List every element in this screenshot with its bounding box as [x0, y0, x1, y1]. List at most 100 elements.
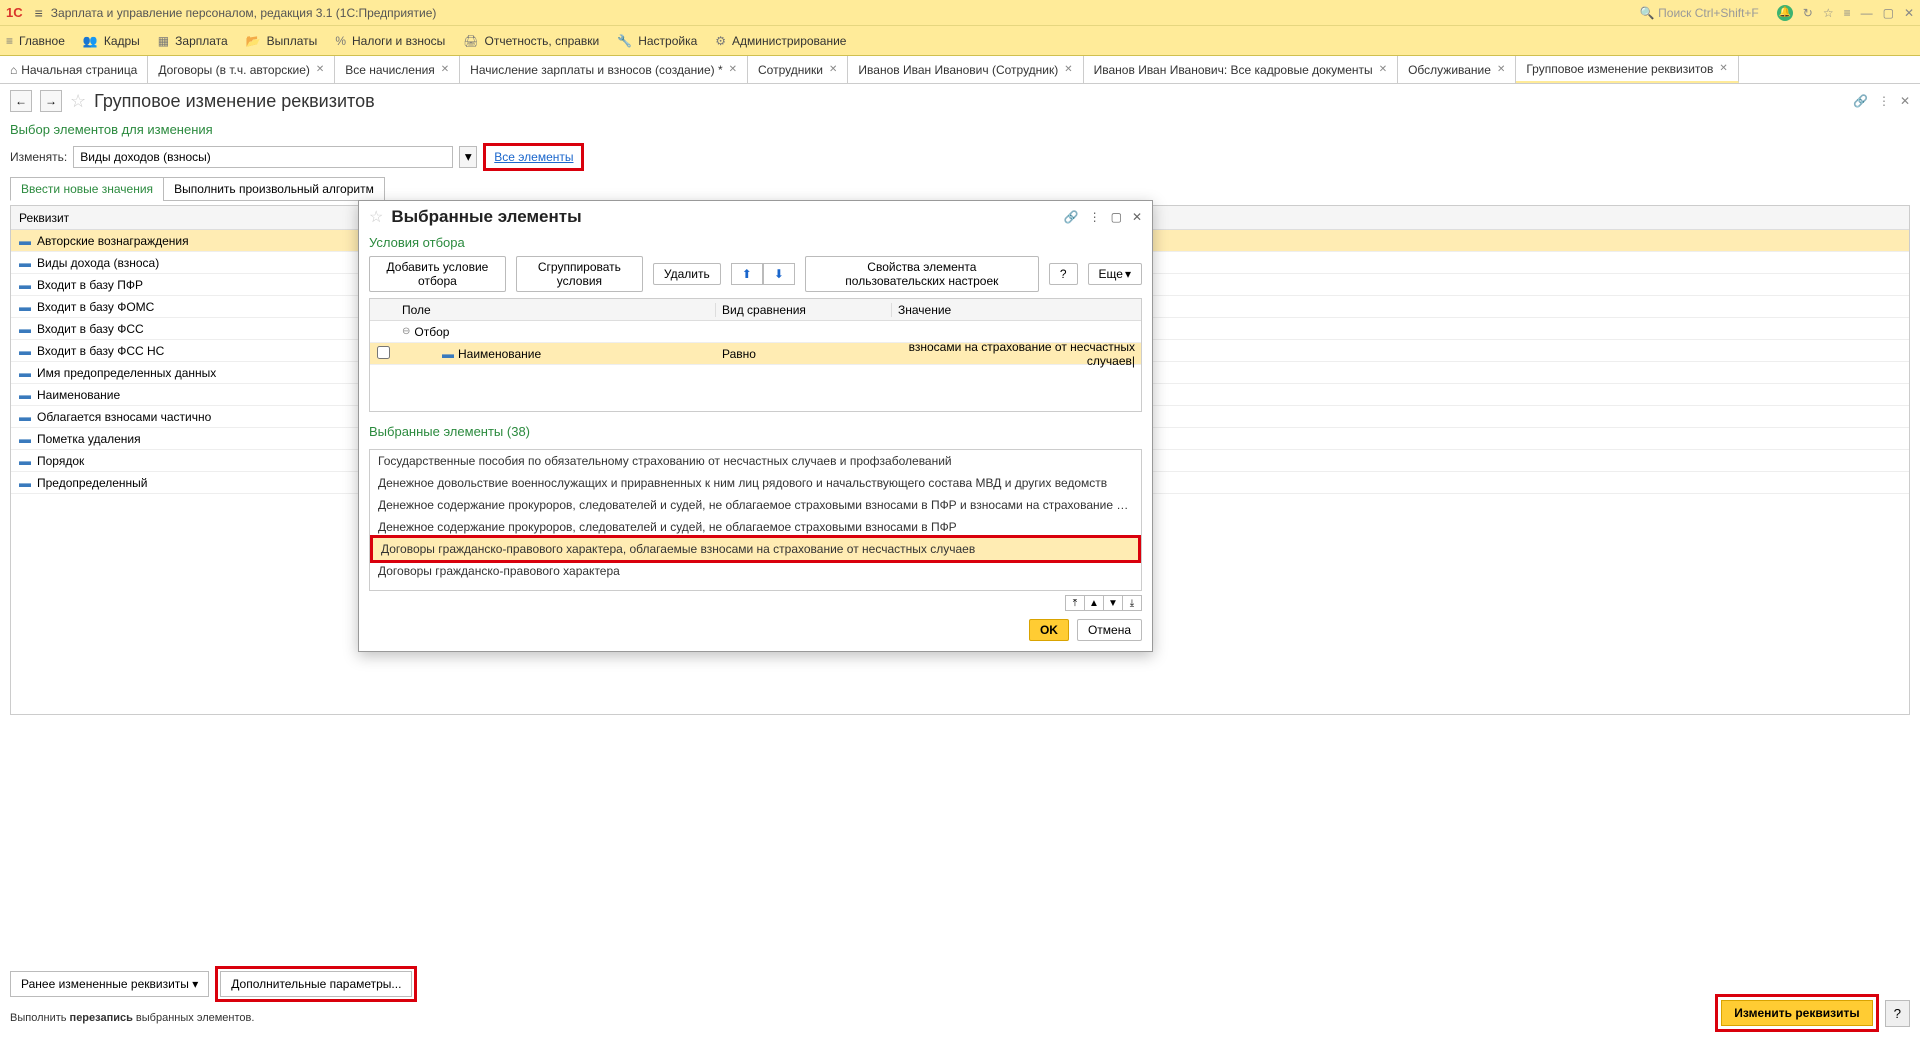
group-conditions-button[interactable]: Сгруппировать условия: [516, 256, 643, 292]
change-dropdown-button[interactable]: ▾: [459, 146, 477, 168]
menu-reports[interactable]: 🖨Отчетность, справки: [463, 34, 599, 48]
item-icon: ▬: [19, 410, 31, 424]
list-item[interactable]: Денежное довольствие военнослужащих и пр…: [370, 472, 1141, 494]
favorite-star-icon[interactable]: ☆: [70, 91, 86, 112]
nav-back-button[interactable]: ←: [10, 90, 32, 112]
help-button[interactable]: ?: [1885, 1000, 1910, 1027]
move-up-button[interactable]: ⬆: [731, 263, 763, 285]
col-compare[interactable]: Вид сравнения: [716, 303, 892, 317]
condition-checkbox[interactable]: [377, 346, 390, 359]
item-icon: ▬: [19, 454, 31, 468]
list-item[interactable]: Договоры гражданско-правового характера,…: [373, 538, 1138, 560]
delete-button[interactable]: Удалить: [653, 263, 721, 285]
dialog-title: Выбранные элементы: [391, 207, 581, 227]
close-icon[interactable]: ✕: [729, 64, 737, 75]
menubar: ≡Главное 👥Кадры ▦Зарплата 📂Выплаты %Нало…: [0, 26, 1920, 56]
dialog-footer: OK Отмена: [359, 611, 1152, 641]
menu-taxes[interactable]: %Налоги и взносы: [335, 34, 445, 48]
execute-button[interactable]: Изменить реквизиты: [1721, 1000, 1872, 1026]
element-props-button[interactable]: Свойства элемента пользовательских настр…: [805, 256, 1039, 292]
menu-payments[interactable]: 📂Выплаты: [246, 34, 318, 48]
close-icon[interactable]: ✕: [1719, 63, 1727, 74]
item-icon: ▬: [19, 366, 31, 380]
close-icon[interactable]: ✕: [829, 64, 837, 75]
close-icon[interactable]: ✕: [1132, 210, 1142, 224]
list-nav-arrows: ⤒ ▲ ▼ ⤓: [359, 591, 1152, 611]
menu-cadres[interactable]: 👥Кадры: [83, 34, 140, 48]
close-icon[interactable]: ✕: [441, 64, 449, 75]
tab-contracts[interactable]: Договоры (в т.ч. авторские)✕: [148, 56, 335, 83]
tab-employees[interactable]: Сотрудники✕: [748, 56, 848, 83]
ok-button[interactable]: OK: [1029, 619, 1069, 641]
menu-main[interactable]: ≡Главное: [6, 34, 65, 48]
additional-params-highlight: Дополнительные параметры...: [215, 966, 417, 1002]
field-icon: ▬: [442, 347, 454, 361]
bell-icon[interactable]: 🔔: [1777, 5, 1793, 21]
condition-value-input[interactable]: взносами на страхование от несчастных сл…: [909, 340, 1135, 368]
mode-tab-new-values[interactable]: Ввести новые значения: [10, 177, 164, 201]
conditions-title: Условия отбора: [359, 233, 1152, 256]
mode-tab-algorithm[interactable]: Выполнить произвольный алгоритм: [163, 177, 385, 201]
close-icon[interactable]: ✕: [316, 64, 324, 75]
filter-condition-row[interactable]: ▬ Наименование Равно взносами на страхов…: [370, 343, 1141, 365]
close-icon[interactable]: ✕: [1497, 64, 1505, 75]
tab-group-change[interactable]: Групповое изменение реквизитов✕: [1516, 56, 1738, 83]
list-item[interactable]: Денежное содержание прокуроров, следоват…: [370, 494, 1141, 516]
kebab-icon[interactable]: ⋮: [1878, 94, 1890, 108]
all-elements-link[interactable]: Все элементы: [494, 150, 573, 164]
menu-salary[interactable]: ▦Зарплата: [158, 34, 228, 48]
menu-icon[interactable]: ≡: [1844, 6, 1851, 20]
tab-service[interactable]: Обслуживание✕: [1398, 56, 1516, 83]
change-label: Изменять:: [10, 150, 67, 164]
list-up-button[interactable]: ▲: [1084, 595, 1104, 611]
additional-params-button[interactable]: Дополнительные параметры...: [220, 971, 412, 997]
list-item[interactable]: Государственные пособия по обязательному…: [370, 450, 1141, 472]
link-icon[interactable]: 🔗: [1853, 94, 1868, 108]
selection-header: Выбор элементов для изменения: [0, 118, 1920, 141]
page-close-icon[interactable]: ✕: [1900, 94, 1910, 108]
kebab-icon[interactable]: ⋮: [1089, 210, 1101, 224]
move-down-button[interactable]: ⬇: [763, 263, 795, 285]
page-header: ← → ☆ Групповое изменение реквизитов 🔗 ⋮…: [0, 84, 1920, 118]
tab-accrual-create[interactable]: Начисление зарплаты и взносов (создание)…: [460, 56, 748, 83]
tab-employee-ivanov[interactable]: Иванов Иван Иванович (Сотрудник)✕: [848, 56, 1083, 83]
close-icon[interactable]: ✕: [1904, 6, 1914, 20]
overwrite-text: Выполнить перезапись выбранных элементов…: [10, 1012, 254, 1024]
menu-admin[interactable]: ⚙Администрирование: [715, 34, 846, 48]
change-row: Изменять: ▾ Все элементы: [0, 141, 1920, 177]
collapse-icon[interactable]: ⊖: [402, 326, 410, 337]
selected-elements-list: Государственные пособия по обязательному…: [369, 449, 1142, 591]
close-icon[interactable]: ✕: [1379, 64, 1387, 75]
list-bottom-button[interactable]: ⤓: [1122, 595, 1142, 611]
list-top-button[interactable]: ⤒: [1065, 595, 1085, 611]
tabs-bar: ⌂Начальная страница Договоры (в т.ч. авт…: [0, 56, 1920, 84]
history-icon[interactable]: ↻: [1803, 6, 1813, 20]
col-value[interactable]: Значение: [892, 303, 1141, 317]
cancel-button[interactable]: Отмена: [1077, 619, 1142, 641]
star-icon[interactable]: ☆: [1823, 6, 1834, 20]
minimize-icon[interactable]: —: [1861, 6, 1873, 20]
more-button[interactable]: Еще ▾: [1088, 263, 1142, 285]
global-search[interactable]: 🔍 Поиск Ctrl+Shift+F: [1640, 6, 1759, 20]
item-icon: ▬: [19, 322, 31, 336]
tab-ivanov-docs[interactable]: Иванов Иван Иванович: Все кадровые докум…: [1084, 56, 1398, 83]
favorite-star-icon[interactable]: ☆: [369, 207, 383, 227]
toolbar-help-button[interactable]: ?: [1049, 263, 1078, 285]
tab-all-accruals[interactable]: Все начисления✕: [335, 56, 460, 83]
prev-changed-button[interactable]: Ранее измененные реквизиты ▾: [10, 971, 209, 997]
maximize-icon[interactable]: ▢: [1883, 6, 1894, 20]
tab-home[interactable]: ⌂Начальная страница: [0, 56, 148, 83]
change-input[interactable]: [73, 146, 453, 168]
list-item[interactable]: Договоры гражданско-правового характера: [370, 560, 1141, 582]
maximize-icon[interactable]: ▢: [1111, 210, 1122, 224]
col-field[interactable]: Поле: [396, 303, 716, 317]
link-icon[interactable]: 🔗: [1064, 210, 1079, 224]
nav-forward-button[interactable]: →: [40, 90, 62, 112]
menu-settings[interactable]: 🔧Настройка: [617, 34, 697, 48]
hamburger-icon[interactable]: ≡: [35, 5, 43, 21]
item-icon: ▬: [19, 476, 31, 490]
close-icon[interactable]: ✕: [1064, 64, 1072, 75]
add-condition-button[interactable]: Добавить условие отбора: [369, 256, 506, 292]
highlighted-selection: Договоры гражданско-правового характера,…: [370, 535, 1141, 563]
list-down-button[interactable]: ▼: [1103, 595, 1123, 611]
